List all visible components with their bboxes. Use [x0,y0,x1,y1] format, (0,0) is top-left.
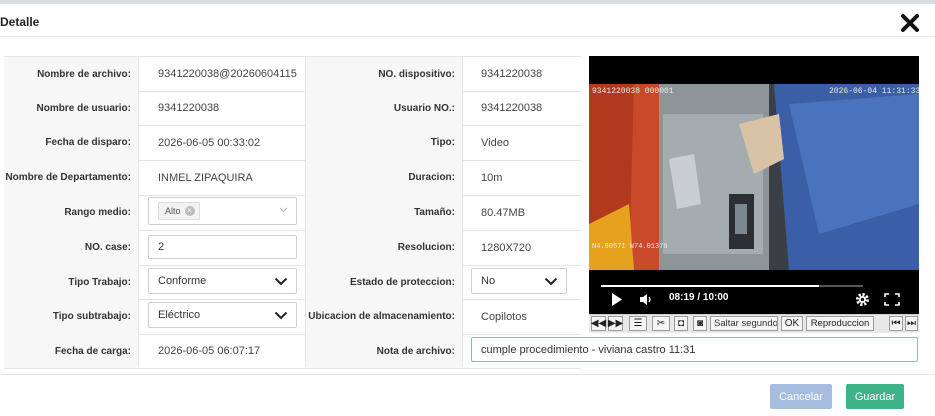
dialog-header: Detalle [0,4,935,37]
table-row: Nombre de Departamento: INMEL ZIPAQUIRA … [4,160,581,196]
chevron-down-icon [274,277,288,286]
frame-forward-icon[interactable]: ◙ [693,316,707,331]
value-department: INMEL ZIPAQUIRA [158,171,253,184]
playback-mode-button[interactable]: Reproduccion [806,316,874,331]
video-player[interactable]: 9341220038 000001 2026-06-04 11:31:33 N4… [589,56,919,314]
value-storage-location: Copilotos [481,310,527,323]
label-trigger-date: Fecha de disparo: [4,125,138,160]
label-file-name: Nombre de archivo: [4,57,138,91]
table-row: Nombre de archivo: 9341220038@2026060411… [4,57,581,92]
label-size: Tamaño: [306,195,462,230]
save-button[interactable]: Guardar [846,384,904,409]
label-department: Nombre de Departamento: [4,160,138,195]
label-risk-level: Rango medio: [4,195,138,230]
skip-end-icon[interactable]: ⏭ [905,316,918,331]
label-resolution: Resolucion: [306,230,462,265]
protection-status-select-value: No [481,275,496,287]
skip-start-icon[interactable]: ⏮ [889,316,903,331]
table-row: Fecha de disparo: 2026-06-05 00:33:02 Ti… [4,125,581,161]
value-device-no: 9341220038 [481,68,543,80]
label-work-subtype: Tipo subtrabajo: [4,299,138,334]
video-frame: 9341220038 000001 2026-06-04 11:31:33 N4… [589,84,919,270]
label-user-name: Nombre de usuario: [4,91,138,125]
remove-tag-icon[interactable]: × [184,206,195,216]
label-case-no: NO. case: [4,230,138,265]
value-file-name: 9341220038@20260604115 [158,68,297,80]
label-file-note: Nota de archivo: [306,334,462,368]
playback-toolbar: ◀◀ ▶▶ ☰ ✂ ◘ ◙ Saltar segundo OK Reproduc… [589,314,919,333]
detail-table: Nombre de archivo: 9341220038@2026060411… [4,56,581,369]
video-overlay-datetime: 2026-06-04 11:31:33 [829,87,919,96]
label-storage-location: Ubicacion de almacenamiento: [306,299,462,334]
jump-seconds-input[interactable]: Saltar segundo [710,316,778,331]
work-subtype-select-value: Eléctrico [158,309,201,321]
value-upload-date: 2026-06-05 06:07:17 [158,345,261,357]
video-overlay-gps: N4.90571 W74.01376 [592,243,668,251]
list-icon[interactable]: ☰ [629,316,647,331]
case-no-input[interactable]: 2 [148,235,297,259]
chevron-down-icon [544,277,558,286]
seek-bar[interactable] [601,285,863,287]
chevron-down-icon [279,207,288,213]
ok-button[interactable]: OK [781,316,803,331]
work-type-select[interactable]: Conforme [148,268,297,294]
file-note-input[interactable]: cumple procedimiento - viviana castro 11… [471,337,918,362]
value-user-name: 9341220038 [158,102,220,114]
label-protection-status: Estado de proteccion: [306,265,462,299]
label-type: Tipo: [306,125,462,160]
label-upload-date: Fecha de carga: [4,334,138,368]
chevron-down-icon [274,311,288,320]
value-trigger-date: 2026-06-05 00:33:02 [158,136,261,149]
settings-icon[interactable] [855,292,870,307]
risk-level-tag-label: Alto [165,206,181,216]
value-type: Video [481,136,509,149]
play-icon[interactable] [611,293,623,306]
close-icon[interactable] [899,12,921,34]
label-user-no: Usuario NO.: [306,91,462,125]
video-time: 08:19 / 10:00 [669,292,729,303]
frame-back-icon[interactable]: ◘ [674,316,688,331]
risk-level-multiselect[interactable]: Alto × [148,197,297,225]
cut-icon[interactable]: ✂ [652,316,670,331]
value-resolution: 1280X720 [481,241,532,254]
table-row: Nombre de usuario: 9341220038 Usuario NO… [4,91,581,126]
work-type-select-value: Conforme [158,275,207,287]
value-user-no: 9341220038 [481,102,543,114]
value-duration: 10m [481,171,503,184]
column-divider [462,56,463,367]
work-subtype-select[interactable]: Eléctrico [148,302,297,328]
seek-bar-progress [601,285,819,287]
fast-forward-icon[interactable]: ▶▶ [608,316,623,331]
value-size: 80.47MB [481,206,526,219]
label-duration: Duracion: [306,160,462,195]
volume-icon[interactable] [639,293,654,306]
footer-divider [0,374,935,375]
risk-level-tag: Alto × [158,202,200,220]
video-overlay-id: 9341220038 000001 [592,87,674,96]
rewind-icon[interactable]: ◀◀ [591,316,606,331]
label-device-no: NO. dispositivo: [306,57,462,91]
dialog-title: Detalle [0,15,40,29]
cancel-button[interactable]: Cancelar [770,384,832,409]
column-divider [305,56,306,367]
label-work-type: Tipo Trabajo: [4,265,138,299]
fullscreen-icon[interactable] [884,293,900,306]
protection-status-select[interactable]: No [471,268,567,294]
column-divider [138,56,139,367]
